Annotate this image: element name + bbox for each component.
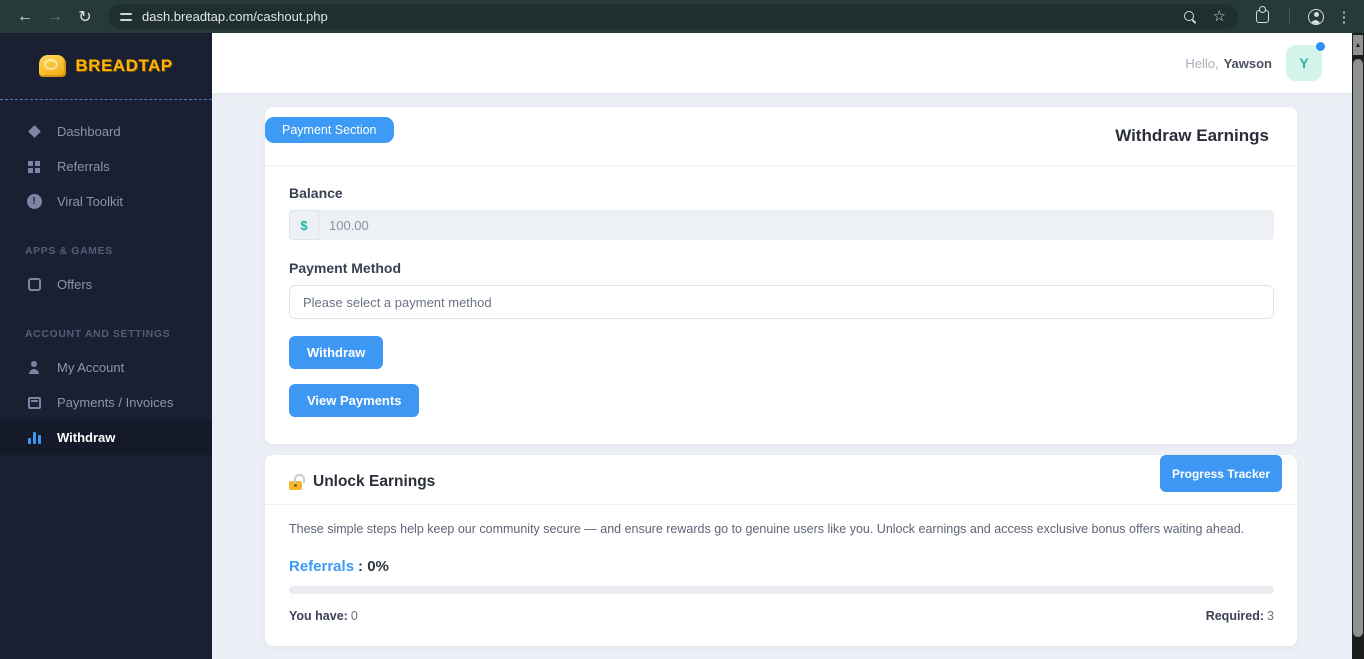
scrollbar[interactable]: ▲ bbox=[1352, 33, 1364, 659]
sidebar-item-label: Payments / Invoices bbox=[57, 395, 174, 410]
brand[interactable]: BreadTap bbox=[0, 33, 212, 100]
sidebar-item-withdraw[interactable]: Withdraw bbox=[0, 420, 212, 455]
withdraw-button[interactable]: Withdraw bbox=[289, 336, 384, 369]
currency-symbol: $ bbox=[289, 210, 319, 240]
sidebar-item-my-account[interactable]: My Account bbox=[0, 350, 212, 385]
my-account-icon bbox=[25, 361, 43, 374]
payment-section-badge: Payment Section bbox=[265, 117, 394, 143]
sidebar-item-label: Dashboard bbox=[57, 124, 121, 139]
balance-input[interactable] bbox=[319, 210, 1274, 240]
avatar[interactable]: Y bbox=[1286, 42, 1325, 81]
payment-method-label: Payment Method bbox=[289, 260, 402, 276]
extensions-icon[interactable] bbox=[1256, 6, 1269, 23]
page-title: Withdraw Earnings bbox=[1115, 126, 1269, 145]
sidebar-item-viral-toolkit[interactable]: ! Viral Toolkit bbox=[0, 184, 212, 219]
bread-logo-icon bbox=[39, 55, 67, 77]
referrals-progress-bar bbox=[289, 586, 1274, 594]
you-have-text: You have: 0 bbox=[289, 609, 358, 623]
payments-invoices-icon bbox=[25, 396, 43, 409]
main-area: Hello, Yawson Y Payment Section Withdraw… bbox=[212, 33, 1352, 659]
payment-card: Payment Section Withdraw Earnings Balanc… bbox=[265, 107, 1297, 444]
required-text: Required: 3 bbox=[1205, 609, 1274, 623]
back-icon[interactable]: ← bbox=[10, 3, 40, 31]
progress-footer: You have: 0 Required: 3 bbox=[289, 609, 1274, 623]
unlock-card-header: Unlock Earnings bbox=[265, 455, 1297, 505]
address-bar[interactable]: dash.breadtap.com/cashout.php ☆ bbox=[108, 4, 1238, 29]
avatar-initial: Y bbox=[1299, 55, 1309, 71]
referrals-progress-label: Referrals: 0% bbox=[289, 558, 1274, 575]
progress-tracker-button[interactable]: Progress Tracker bbox=[1159, 455, 1282, 492]
sidebar-section-account-settings: ACCOUNT AND SETTINGS bbox=[25, 328, 171, 340]
greeting-text: Hello, bbox=[1185, 55, 1219, 71]
unlock-earnings-title: Unlock Earnings bbox=[313, 473, 436, 490]
sidebar-section-apps-games: APPS & GAMES bbox=[25, 245, 113, 257]
page-content: Payment Section Withdraw Earnings Balanc… bbox=[212, 93, 1352, 646]
sidebar-item-label: Withdraw bbox=[57, 430, 116, 445]
browser-toolbar: ← → ↻ dash.breadtap.com/cashout.php ☆ ⋮ bbox=[0, 0, 1364, 33]
sidebar: BreadTap Dashboard Referrals ! Viral Too… bbox=[0, 33, 212, 659]
payment-card-header: Withdraw Earnings bbox=[265, 107, 1297, 166]
reload-icon[interactable]: ↻ bbox=[70, 3, 100, 31]
sidebar-item-label: Viral Toolkit bbox=[57, 194, 123, 209]
sidebar-item-label: My Account bbox=[57, 360, 125, 375]
view-payments-button[interactable]: View Payments bbox=[289, 384, 420, 417]
payment-method-select[interactable]: Please select a payment method bbox=[289, 285, 1274, 319]
sidebar-item-dashboard[interactable]: Dashboard bbox=[0, 114, 212, 149]
unlock-padlock-icon bbox=[289, 474, 305, 490]
scrollbar-thumb[interactable] bbox=[1353, 59, 1363, 637]
topbar: Hello, Yawson Y bbox=[212, 33, 1352, 93]
notification-dot bbox=[1316, 42, 1325, 51]
dashboard-icon bbox=[25, 125, 43, 138]
payment-card-body: Balance $ Payment Method Please select a… bbox=[265, 166, 1297, 444]
toolbar-divider bbox=[1289, 9, 1290, 24]
sidebar-item-label: Offers bbox=[57, 277, 93, 292]
sidebar-item-offers[interactable]: Offers bbox=[0, 267, 212, 302]
referrals-icon bbox=[25, 160, 43, 173]
balance-label: Balance bbox=[289, 185, 343, 201]
sidebar-item-label: Referrals bbox=[57, 159, 110, 174]
sidebar-item-payments-invoices[interactable]: Payments / Invoices bbox=[0, 385, 212, 420]
sidebar-item-referrals[interactable]: Referrals bbox=[0, 149, 212, 184]
sidebar-nav: Dashboard Referrals ! Viral Toolkit APPS… bbox=[0, 100, 212, 455]
referrals-percent: : 0% bbox=[358, 558, 389, 575]
viral-toolkit-icon: ! bbox=[25, 194, 43, 209]
referrals-label: Referrals bbox=[289, 558, 355, 575]
withdraw-icon bbox=[25, 431, 43, 444]
unlock-card-body: These simple steps help keep our communi… bbox=[265, 505, 1297, 646]
balance-input-group: $ bbox=[289, 210, 1274, 240]
offers-icon bbox=[25, 278, 43, 291]
bookmark-star-icon[interactable]: ☆ bbox=[1213, 9, 1226, 24]
url-text[interactable]: dash.breadtap.com/cashout.php bbox=[142, 9, 1183, 24]
site-settings-icon[interactable] bbox=[120, 12, 132, 22]
unlock-description: These simple steps help keep our communi… bbox=[289, 522, 1245, 536]
scrollbar-up-arrow[interactable]: ▲ bbox=[1353, 35, 1363, 55]
browser-profile-icon[interactable] bbox=[1308, 8, 1324, 25]
browser-menu-icon[interactable]: ⋮ bbox=[1334, 8, 1354, 26]
unlock-earnings-card: Progress Tracker Unlock Earnings These s… bbox=[265, 455, 1297, 646]
forward-icon[interactable]: → bbox=[40, 3, 70, 31]
brand-name: BreadTap bbox=[75, 56, 173, 75]
username-text: Yawson bbox=[1223, 55, 1272, 71]
zoom-icon[interactable] bbox=[1183, 10, 1197, 24]
